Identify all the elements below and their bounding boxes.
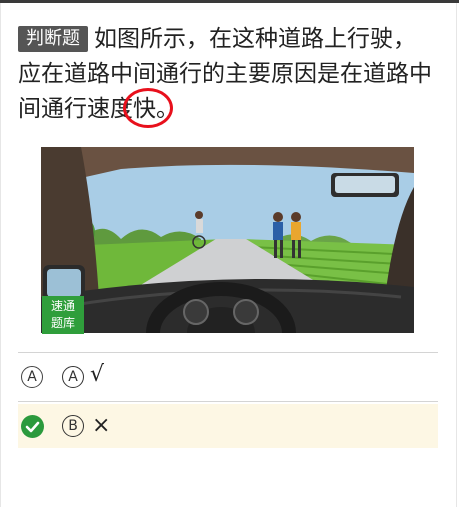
question-image <box>41 147 414 333</box>
correct-check-icon <box>21 415 44 438</box>
option-a[interactable]: A A √ <box>18 354 438 401</box>
option-a-text: √ <box>90 362 105 387</box>
divider-top <box>18 352 438 353</box>
question-type-tag: 判断题 <box>18 26 88 52</box>
option-b-text: × <box>92 413 111 438</box>
road-scene-illustration <box>41 147 414 333</box>
option-a-label: A <box>62 366 84 388</box>
card-left-edge <box>0 3 1 507</box>
watermark-line1: 速通 <box>50 299 75 313</box>
option-b[interactable]: B × <box>18 404 438 448</box>
option-b-label: B <box>62 415 84 437</box>
highlighted-word: 快 <box>123 88 173 128</box>
top-border <box>0 0 459 3</box>
divider-middle <box>18 401 438 402</box>
watermark-line2: 题库 <box>50 316 75 330</box>
card-right-edge <box>456 3 457 507</box>
question-text: 判断题 如图所示，在这种道路上行驶，应在道路中间通行的主要原因是在道路中间通行速度… <box>18 22 438 128</box>
option-a-marker: A <box>21 366 43 388</box>
highlight-circle <box>123 88 173 128</box>
watermark-badge: 速通 题库 <box>42 296 84 334</box>
